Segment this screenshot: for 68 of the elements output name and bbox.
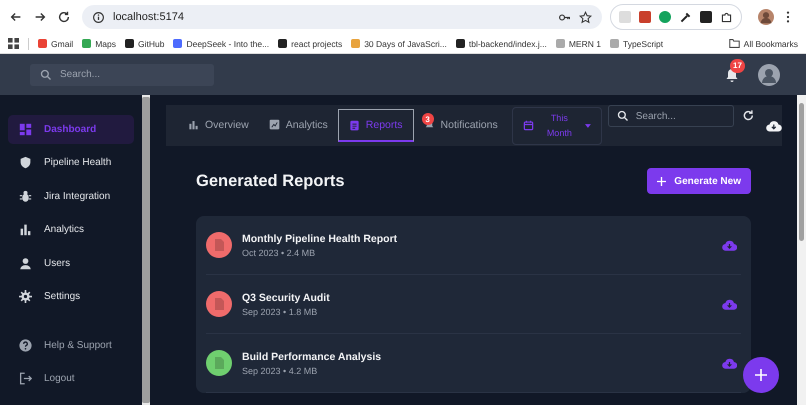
add-button[interactable] [743,357,779,393]
user-icon [19,256,32,270]
report-name: Q3 Security Audit [242,292,331,304]
bookmark[interactable]: TypeScript [610,38,664,48]
nav-item[interactable]: Help & Support [8,331,134,360]
clipboard-icon [348,120,360,130]
bookmark[interactable]: tbl-backend/index.j... [456,38,547,48]
bar-chart-icon [19,223,32,236]
search-field[interactable]: Search... [608,105,734,127]
report-row[interactable]: Q3 Security Audit Sep 2023 • 1.8 MB [206,275,741,334]
bookmark[interactable]: DeepSeek - Into the... [173,38,270,48]
refresh-icon[interactable] [742,109,754,122]
report-row[interactable]: Build Performance Analysis Sep 2023 • 4.2 MB [206,334,741,393]
nav-item[interactable]: Analytics [8,216,134,244]
search-icon [616,110,629,122]
logout-icon [19,372,32,386]
page-title: Generated Reports [196,172,345,190]
eyedropper-icon[interactable] [679,10,692,24]
settings-icon [19,290,32,304]
user-avatar[interactable] [758,64,780,86]
report-meta: Sep 2023 • 1.8 MB [242,306,318,316]
bookmark[interactable]: 30 Days of JavaScri... [351,38,447,48]
tab[interactable]: Overview [178,109,259,142]
scrollbar[interactable] [142,95,150,405]
calendar-icon [522,120,534,131]
star-icon[interactable] [579,10,592,24]
url-text: localhost:5174 [113,11,184,23]
bookmark[interactable]: MERN 1 [556,38,601,48]
search-field[interactable]: Search... [30,64,214,86]
bug-icon [19,190,32,203]
all-bookmarks[interactable]: All Bookmarks [728,38,798,49]
nav-item[interactable]: Logout [8,364,134,393]
bookmark[interactable]: Gmail [38,38,74,48]
plus-icon [657,176,666,186]
tab[interactable]: Analytics [258,109,338,142]
bookmark[interactable]: GitHub [125,38,164,48]
nav-item[interactable]: Settings [8,282,134,311]
nav-item[interactable]: Pipeline Health [8,148,134,177]
report-name: Build Performance Analysis [242,350,382,362]
cloud-download-icon[interactable] [766,120,782,132]
report-name: Monthly Pipeline Health Report [242,232,398,244]
dashboard-icon [19,122,32,136]
nav-item[interactable]: Jira Integration [8,182,134,210]
nav-item[interactable]: Users [8,249,134,278]
help-icon [19,338,32,352]
folder-icon [728,38,740,49]
shield-icon [19,156,32,170]
notification-badge: 3 [422,113,434,125]
profile-avatar[interactable] [758,9,774,25]
report-meta: Sep 2023 • 4.2 MB [242,366,318,376]
tab[interactable]: 3 Notifications [414,109,508,142]
extension-icon[interactable] [700,11,712,23]
bar-chart-icon [188,119,199,130]
scrollbar[interactable] [797,95,806,405]
apps-icon[interactable] [8,38,19,49]
caret-icon [584,124,591,128]
plus-icon [755,369,767,381]
info-icon [92,10,105,24]
bookmark[interactable]: Maps [82,38,116,48]
bookmark[interactable]: react projects [278,38,342,48]
chart-icon [268,119,280,130]
address-bar[interactable]: localhost:5174 [82,5,602,29]
notification-badge: 17 [730,58,745,72]
report-row[interactable]: Monthly Pipeline Health Report Oct 2023 • 2.4 MB [206,216,741,275]
report-meta: Oct 2023 • 2.4 MB [242,248,316,258]
extension-icon[interactable] [659,11,671,23]
generate-new-button[interactable]: Generate New [647,168,751,194]
search-icon [40,68,52,80]
